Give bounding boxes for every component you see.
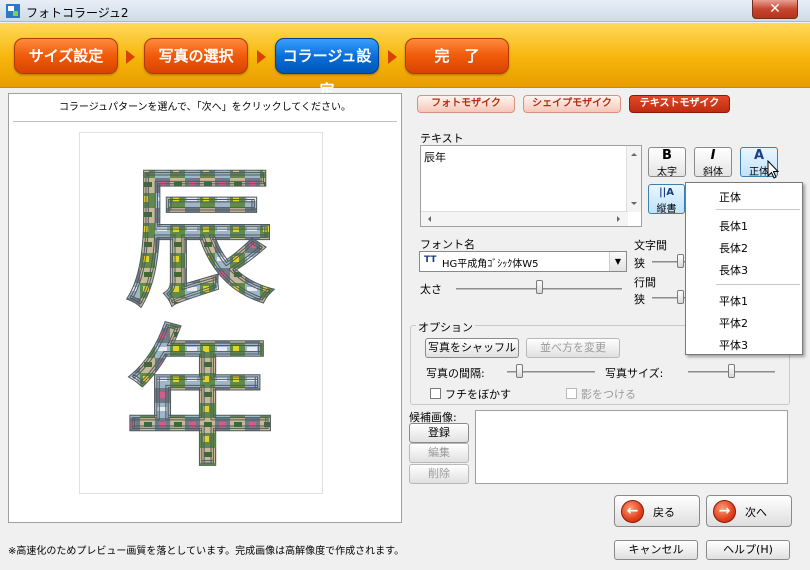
next-button-label: 次へ <box>745 506 767 519</box>
font-select-value: HG平成角ｺﾞｼｯｸ体W5 <box>442 259 539 270</box>
preview-panel: コラージュパターンを選んで、「次へ」をクリックしてください。 辰 年 <box>8 93 402 523</box>
blur-edge-label: フチをぼかす <box>445 388 511 401</box>
step-bar: サイズ設定 写真の選択 コラージュ設定 完 了 <box>0 23 810 99</box>
line-spacing-min-label: 狭 <box>634 293 645 306</box>
back-arrow-icon: ← <box>621 500 644 523</box>
photo-size-label: 写真サイズ: <box>605 367 664 380</box>
tab-text-mosaic[interactable]: テキストモザイク <box>629 95 730 113</box>
char-spacing-slider-thumb[interactable] <box>677 254 684 268</box>
collage-preview-image: 辰 年 <box>124 153 275 488</box>
text-label: テキスト <box>420 132 464 145</box>
menu-divider <box>716 284 800 285</box>
next-arrow-icon: → <box>713 500 736 523</box>
menu-item-normal[interactable]: 正体 <box>719 189 741 205</box>
preview-instruction: コラージュパターンを選んで、「次へ」をクリックしてください。 <box>58 102 352 113</box>
text-input[interactable]: 辰年 <box>420 145 642 227</box>
step-size-settings[interactable]: サイズ設定 <box>14 38 118 74</box>
divider <box>13 121 397 122</box>
step-arrow-icon <box>257 50 266 64</box>
shadow-checkbox[interactable] <box>566 388 577 399</box>
window-title: フォトコラージュ2 <box>26 6 129 20</box>
step-photo-selection[interactable]: 写真の選択 <box>144 38 248 74</box>
tab-shape-mosaic[interactable]: シェイプモザイク <box>523 95 621 113</box>
back-button[interactable]: ← 戻る <box>614 495 700 527</box>
step-collage-settings[interactable]: コラージュ設定 <box>275 38 379 99</box>
char-spacing-label: 文字間 <box>634 239 667 252</box>
back-button-label: 戻る <box>653 506 675 519</box>
options-label: オプション <box>416 319 475 335</box>
shadow-label: 影をつける <box>581 388 636 401</box>
truetype-icon: TT <box>424 255 437 265</box>
menu-item-condensed-1[interactable]: 長体1 <box>719 218 748 234</box>
svg-text:辰: 辰 <box>125 153 275 327</box>
vertical-writing-icon: ||A <box>658 187 675 198</box>
next-button[interactable]: → 次へ <box>706 495 792 527</box>
chevron-down-icon: ▼ <box>609 252 626 271</box>
menu-item-extended-1[interactable]: 平体1 <box>719 293 748 309</box>
weight-slider-thumb[interactable] <box>536 280 543 294</box>
blur-edge-checkbox[interactable] <box>430 388 441 399</box>
vertical-writing-label: 縦書 <box>656 204 677 215</box>
char-shape-menu: 正体 長体1 長体2 長体3 平体1 平体2 平体3 <box>685 182 803 355</box>
text-vertical-scrollbar[interactable] <box>626 146 641 212</box>
photo-size-slider-thumb[interactable] <box>728 364 735 378</box>
shuffle-photos-button[interactable]: 写真をシャッフル <box>425 338 519 358</box>
line-spacing-label: 行間 <box>634 276 656 289</box>
scroll-arrows-icon <box>428 216 620 222</box>
tab-photo-mosaic[interactable]: フォトモザイク <box>417 95 515 113</box>
char-spacing-min-label: 狭 <box>634 257 645 270</box>
menu-item-condensed-3[interactable]: 長体3 <box>719 262 748 278</box>
close-icon: ✕ <box>769 1 781 17</box>
change-arrangement-button[interactable]: 並べ方を変更 <box>526 338 620 358</box>
mouse-pointer-icon <box>767 160 780 179</box>
menu-item-extended-2[interactable]: 平体2 <box>719 315 748 331</box>
text-input-value: 辰年 <box>424 151 446 164</box>
scroll-arrows-icon <box>631 153 637 205</box>
bold-icon: B <box>662 148 672 163</box>
italic-icon: I <box>710 148 716 163</box>
menu-divider <box>716 209 800 210</box>
edit-button[interactable]: 編集 <box>409 443 469 463</box>
candidate-images-list[interactable] <box>475 410 788 484</box>
cancel-button[interactable]: キャンセル <box>614 540 698 560</box>
step-arrow-icon <box>388 50 397 64</box>
bold-label: 太字 <box>657 167 677 178</box>
char-shape-label: 正体 <box>749 167 769 178</box>
bold-button[interactable]: B 太字 <box>648 147 686 178</box>
vertical-writing-button[interactable]: ||A 縦書 <box>648 184 685 215</box>
title-bar: フォトコラージュ2 ✕ <box>0 0 810 22</box>
photo-gap-slider-thumb[interactable] <box>516 364 523 378</box>
step-arrow-icon <box>126 50 135 64</box>
text-horizontal-scrollbar[interactable] <box>421 211 628 226</box>
svg-text:年: 年 <box>125 313 275 487</box>
font-select[interactable]: TT HG平成角ｺﾞｼｯｸ体W5 ▼ <box>419 251 627 272</box>
window-close-button[interactable]: ✕ <box>752 0 798 19</box>
photo-gap-label: 写真の間隔: <box>426 367 485 380</box>
step-complete[interactable]: 完 了 <box>405 38 509 74</box>
help-button[interactable]: ヘルプ(H) <box>706 540 790 560</box>
line-spacing-slider-thumb[interactable] <box>677 290 684 304</box>
italic-button[interactable]: I 斜体 <box>694 147 732 178</box>
app-icon <box>6 4 20 18</box>
delete-button[interactable]: 削除 <box>409 464 469 484</box>
italic-label: 斜体 <box>703 167 723 178</box>
menu-item-condensed-2[interactable]: 長体2 <box>719 240 748 256</box>
footer-note: ※高速化のためプレビュー画質を落としています。完成画像は高解像度で作成されます。 <box>8 546 405 557</box>
font-name-label: フォント名 <box>420 238 475 251</box>
menu-item-extended-3[interactable]: 平体3 <box>719 337 748 353</box>
weight-label: 太さ <box>420 283 442 296</box>
collage-preview: 辰 年 <box>79 132 323 494</box>
register-button[interactable]: 登録 <box>409 423 469 443</box>
